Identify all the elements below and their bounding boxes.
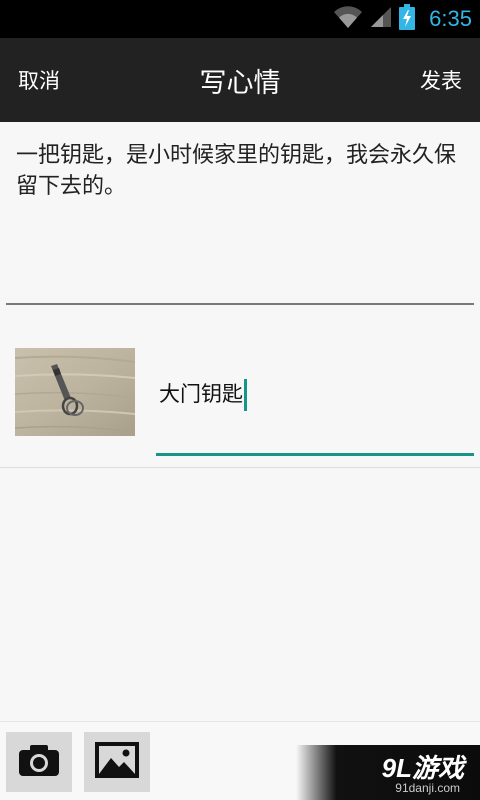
wifi-icon [333, 5, 363, 33]
caption-input[interactable]: 大门钥匙 [156, 370, 474, 456]
text-cursor [244, 379, 247, 411]
mood-text-input[interactable]: 一把钥匙，是小时候家里的钥匙，我会永久保留下去的。 [16, 140, 466, 202]
publish-button[interactable]: 发表 [420, 65, 462, 95]
gallery-button[interactable] [84, 732, 150, 792]
page-title: 写心情 [199, 67, 281, 99]
watermark-logo-text: 9L游戏 [381, 753, 464, 783]
cancel-button[interactable]: 取消 [18, 65, 60, 95]
action-bar: 取消 写心情 发表 [0, 38, 480, 122]
battery-charging-icon [399, 4, 416, 34]
caption-value: 大门钥匙 [159, 378, 247, 411]
key-photo-thumbnail[interactable] [15, 348, 135, 436]
camera-icon [17, 742, 61, 782]
clock: 6:35 [429, 6, 472, 31]
signal-icon [369, 5, 393, 33]
status-icons: 6:35 [333, 0, 472, 38]
status-bar: 6:35 [0, 0, 480, 38]
camera-button[interactable] [6, 732, 72, 792]
watermark-logo: 9L游戏 91danji.com [296, 745, 480, 800]
watermark-url: 91danji.com [395, 781, 460, 795]
gallery-icon [93, 740, 141, 784]
divider [0, 467, 480, 468]
divider [6, 303, 474, 305]
